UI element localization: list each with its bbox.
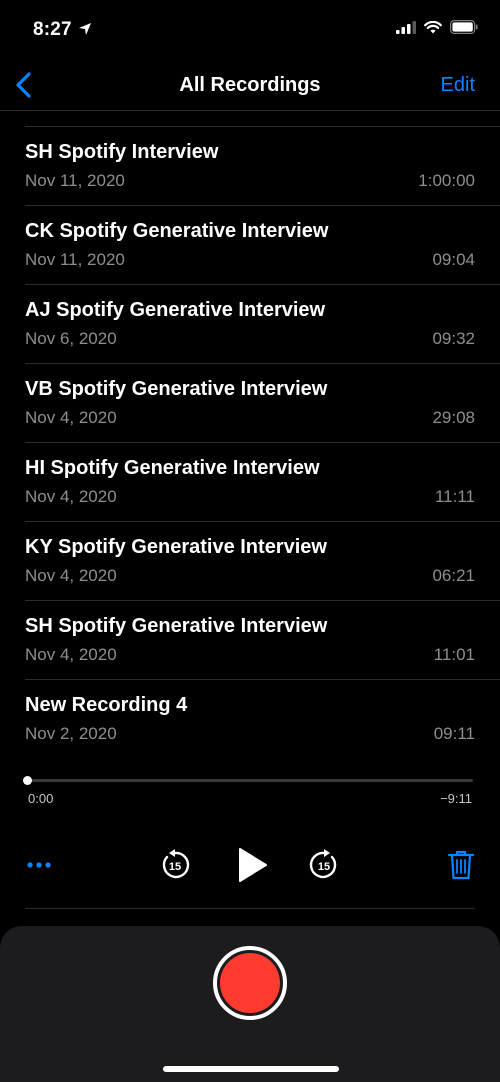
player-divider [25, 908, 475, 909]
recording-date: Nov 4, 2020 [25, 566, 117, 585]
recordings-list: SH Spotify Interview Nov 11, 2020 1:00:00 C… [0, 127, 500, 759]
battery-icon [450, 20, 478, 34]
recording-duration: 11:01 [433, 645, 475, 664]
recording-row[interactable]: AJ Spotify Generative Interview Nov 6, 20… [0, 285, 500, 364]
skip-back-15-icon: 15 [162, 849, 190, 879]
more-options-button[interactable] [24, 855, 56, 875]
recording-row[interactable]: HI Spotify Generative Interview Nov 4, 20… [0, 443, 500, 522]
status-icons [396, 20, 478, 34]
skip-back-seconds: 15 [169, 861, 181, 873]
trash-icon [447, 850, 475, 880]
recording-row[interactable]: SH Spotify Interview Nov 11, 2020 1:00:00 [0, 127, 500, 206]
location-arrow-icon [79, 23, 91, 35]
recording-date: Nov 11, 2020 [25, 171, 125, 190]
delete-button[interactable] [447, 849, 475, 881]
edit-button[interactable]: Edit [441, 74, 475, 97]
home-indicator[interactable] [163, 1066, 339, 1072]
recording-row[interactable]: SH Spotify Generative Interview Nov 4, 20… [0, 601, 500, 680]
recording-row[interactable]: CK Spotify Generative Interview Nov 11, 2… [0, 206, 500, 285]
record-icon [220, 953, 280, 1013]
recording-title: AJ Spotify Generative Interview [25, 299, 326, 321]
skip-forward-seconds: 15 [318, 861, 330, 873]
list-item-partial [0, 111, 500, 127]
recording-row[interactable]: KY Spotify Generative Interview Nov 4, 20… [0, 522, 500, 601]
elapsed-time: 0:00 [28, 791, 54, 806]
recording-title: CK Spotify Generative Interview [25, 220, 329, 242]
recording-title: KY Spotify Generative Interview [25, 536, 327, 558]
recording-date: Nov 6, 2020 [25, 329, 117, 348]
recording-row[interactable]: VB Spotify Generative Interview Nov 4, 20… [0, 364, 500, 443]
more-options-icon [27, 862, 51, 868]
recording-duration: 06:21 [432, 566, 475, 585]
recording-title: New Recording 4 [25, 694, 188, 716]
navigation-bar: All Recordings Edit [0, 62, 500, 110]
recording-duration: 09:32 [432, 329, 475, 348]
scrubber-knob[interactable] [23, 776, 32, 785]
playback-scrubber[interactable] [23, 776, 473, 785]
wifi-icon [424, 20, 442, 33]
recording-duration: 1:00:00 [418, 171, 475, 190]
recording-date: Nov 2, 2020 [25, 724, 117, 743]
page-title: All Recordings [179, 74, 321, 96]
play-icon [239, 848, 267, 882]
status-time: 8:27 [33, 19, 72, 40]
recording-title: SH Spotify Interview [25, 141, 219, 163]
skip-forward-button[interactable]: 15 [307, 848, 341, 882]
recording-date: Nov 4, 2020 [25, 487, 117, 506]
recording-row[interactable]: New Recording 4 Nov 2, 2020 09:11 [0, 680, 500, 759]
recording-duration: 11:11 [434, 487, 475, 506]
skip-forward-15-icon: 15 [309, 849, 337, 879]
skip-back-button[interactable]: 15 [158, 848, 192, 882]
play-button[interactable] [234, 847, 270, 883]
recording-duration: 29:08 [432, 408, 475, 427]
recording-title: SH Spotify Generative Interview [25, 615, 328, 637]
recording-title: HI Spotify Generative Interview [25, 457, 320, 479]
playback-panel: 0:00 −9:11 15 15 [0, 760, 500, 910]
recording-title: VB Spotify Generative Interview [25, 378, 328, 400]
recording-date: Nov 11, 2020 [25, 250, 125, 269]
recording-duration: 09:04 [432, 250, 475, 269]
playback-controls: 15 15 [0, 845, 500, 885]
record-panel [0, 926, 500, 1082]
recording-date: Nov 4, 2020 [25, 645, 117, 664]
remaining-time: −9:11 [440, 791, 472, 806]
recording-date: Nov 4, 2020 [25, 408, 117, 427]
cellular-signal-icon [396, 20, 416, 34]
status-bar: 8:27 [0, 0, 500, 62]
record-button[interactable] [213, 946, 287, 1020]
recording-duration: 09:11 [433, 724, 475, 743]
